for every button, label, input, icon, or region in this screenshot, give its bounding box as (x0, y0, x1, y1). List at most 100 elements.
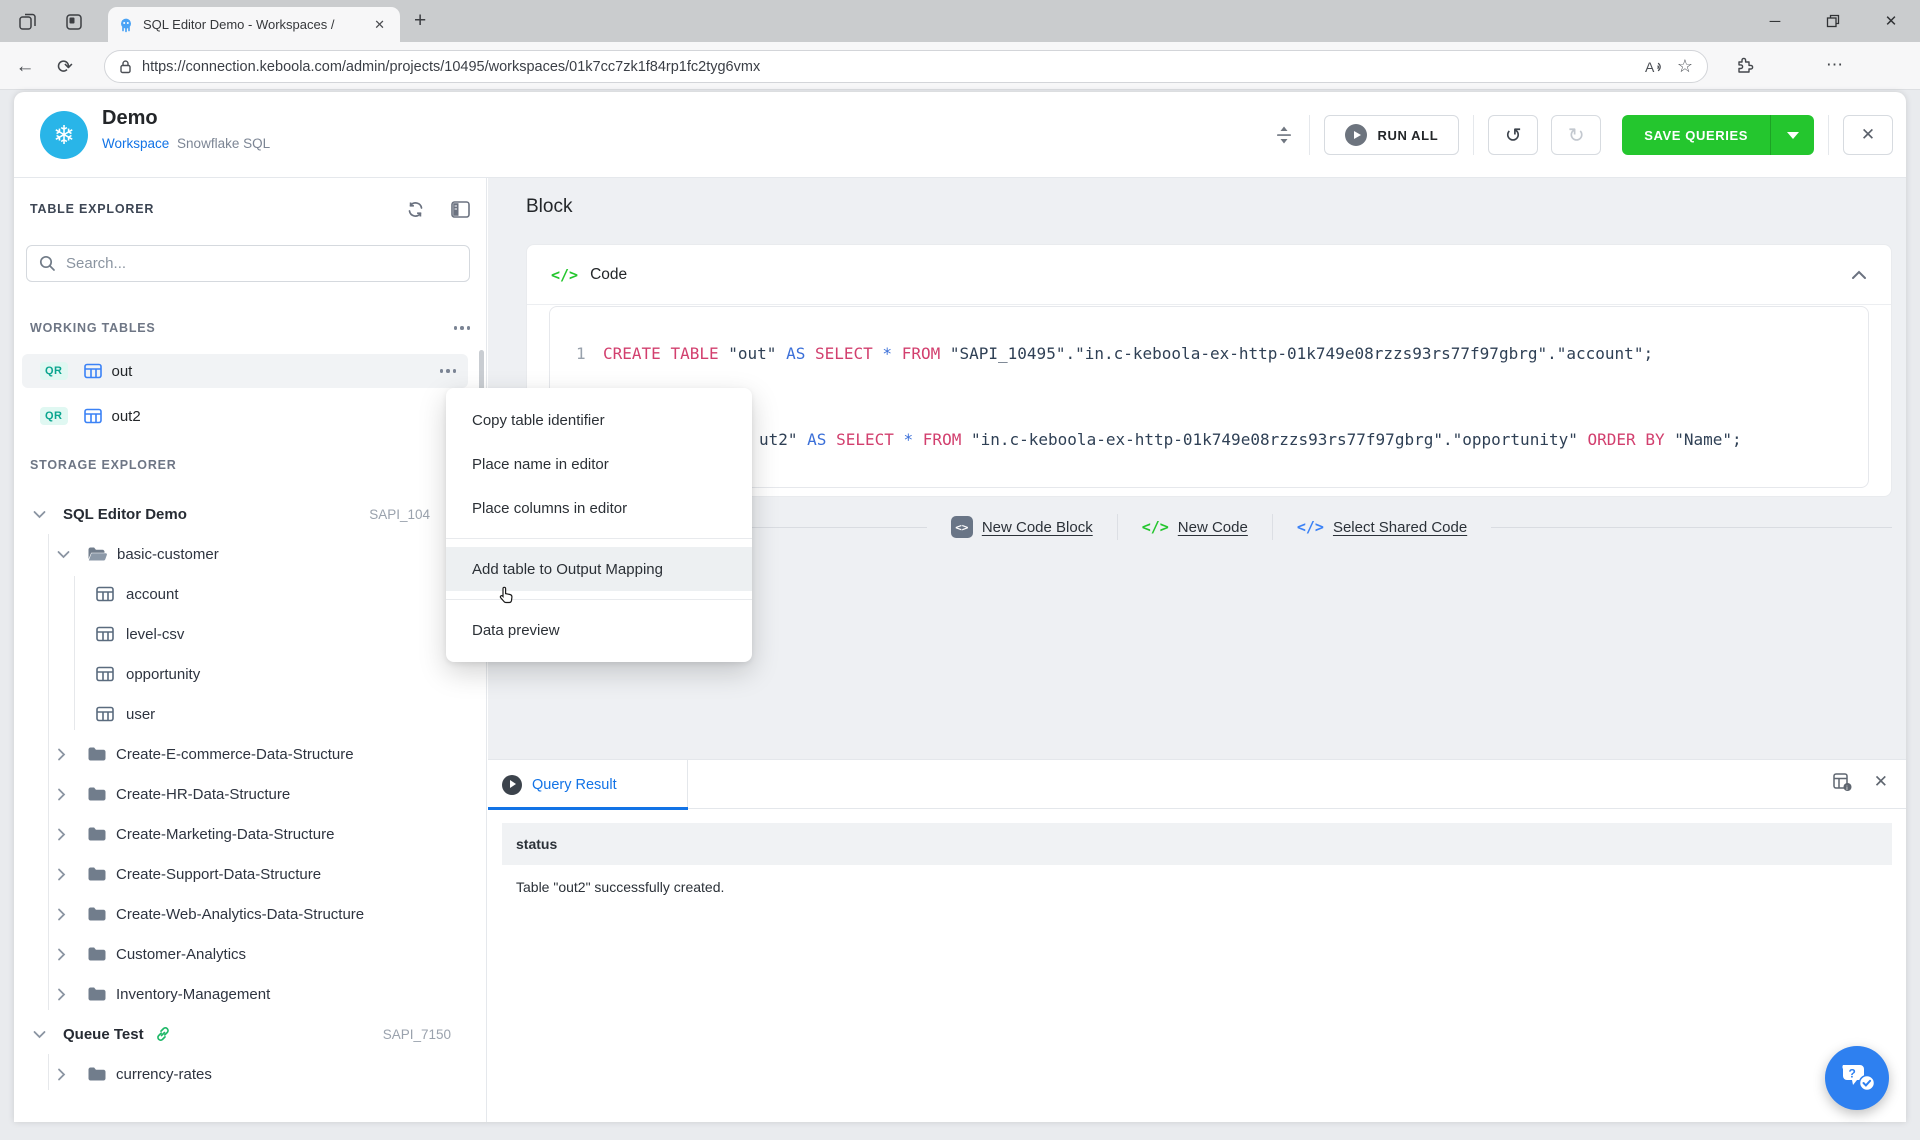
tab-title: SQL Editor Demo - Workspaces / (143, 17, 369, 32)
split-view-icon[interactable] (1275, 125, 1293, 145)
tree-folder-item[interactable]: Create-Support-Data-Structure (14, 854, 486, 894)
table-context-menu: Copy table identifierPlace name in edito… (446, 388, 752, 662)
working-table-label: out2 (112, 408, 141, 425)
url-bar[interactable]: https://connection.keboola.com/admin/pro… (104, 50, 1708, 83)
window-close-button[interactable]: ✕ (1862, 0, 1920, 42)
close-workspace-button[interactable]: ✕ (1843, 115, 1893, 155)
help-chat-button[interactable]: ? (1825, 1046, 1889, 1110)
chevron-down-icon[interactable] (33, 510, 46, 519)
search-input[interactable] (66, 255, 457, 272)
chevron-down-icon[interactable] (57, 550, 70, 559)
tree-folder-item[interactable]: Customer-Analytics (14, 934, 486, 974)
chevron-right-icon[interactable] (57, 988, 66, 1001)
tree-folder-item[interactable]: Create-E-commerce-Data-Structure (14, 734, 486, 774)
run-all-button[interactable]: RUN ALL (1324, 115, 1459, 155)
search-box[interactable] (26, 245, 470, 282)
refresh-icon[interactable]: ⟳ (52, 54, 78, 80)
query-result-tab[interactable]: Query Result (488, 760, 688, 809)
tree-guide-line (74, 576, 75, 730)
window-minimize-button[interactable]: ─ (1746, 0, 1804, 42)
favorites-star-icon[interactable]: ☆ (1677, 56, 1693, 77)
tree-folder-item[interactable]: basic-customer (14, 534, 486, 574)
action-link[interactable]: <>New Code Block (951, 516, 1093, 538)
save-dropdown-caret[interactable] (1770, 115, 1814, 155)
query-play-icon (502, 775, 522, 795)
project-id-badge: SAPI_104 (369, 507, 430, 522)
save-queries-button[interactable]: SAVE QUERIES (1622, 115, 1814, 155)
working-table-row[interactable]: QR out2 (22, 399, 468, 433)
app-header: ❄ Demo Workspace Snowflake SQL RUN ALL ↺… (14, 92, 1906, 178)
tree-folder-item[interactable]: currency-rates (14, 1054, 486, 1094)
working-table-row[interactable]: QR out (22, 354, 468, 388)
context-menu-item[interactable]: Data preview (446, 608, 752, 652)
lock-icon (119, 59, 132, 74)
collapse-panel-icon[interactable] (451, 201, 470, 218)
chevron-right-icon[interactable] (57, 908, 66, 921)
tree-table-item[interactable]: account (14, 574, 486, 614)
export-result-icon[interactable]: i (1832, 772, 1852, 792)
browser-menu-icon[interactable]: ⋯ (1826, 55, 1844, 75)
tree-guide-line (48, 534, 49, 1010)
tab-actions-icon[interactable] (62, 10, 86, 34)
folder-open-icon (87, 546, 108, 562)
code-header-label: Code (590, 266, 1851, 284)
svg-text:i: i (1846, 785, 1847, 792)
folder-icon (87, 1066, 107, 1082)
menu-divider (446, 538, 752, 539)
chevron-right-icon[interactable] (57, 828, 66, 841)
code-icon: </> (551, 266, 578, 284)
table-row-menu-icon[interactable] (440, 369, 457, 373)
context-menu-item[interactable]: Add table to Output Mapping (446, 547, 752, 591)
code-icon: </> (1142, 518, 1169, 536)
working-tables-menu-icon[interactable] (454, 326, 471, 330)
tree-project-item[interactable]: Queue TestSAPI_7150 (14, 1014, 486, 1054)
action-link[interactable]: </>New Code (1142, 518, 1248, 536)
chevron-down-icon[interactable] (33, 1030, 46, 1039)
url-text[interactable]: https://connection.keboola.com/admin/pro… (142, 59, 1633, 75)
qr-badge: QR (40, 362, 68, 380)
chevron-right-icon[interactable] (57, 788, 66, 801)
sql-code-line[interactable]: 1CREATE TABLE "out" AS SELECT * FROM "SA… (550, 344, 1868, 364)
table-explorer-sidebar: TABLE EXPLORER WORKING TABLES QRoutQRout… (14, 178, 487, 1122)
tree-project-item[interactable]: SQL Editor DemoSAPI_104 (14, 494, 486, 534)
tree-folder-item[interactable]: Create-HR-Data-Structure (14, 774, 486, 814)
undo-button[interactable]: ↺ (1488, 115, 1538, 155)
tree-table-item[interactable]: level-csv (14, 614, 486, 654)
read-aloud-icon[interactable]: A (1645, 59, 1665, 75)
qr-badge: QR (40, 407, 68, 425)
divider-line (1491, 527, 1892, 528)
context-menu-item[interactable]: Copy table identifier (446, 398, 752, 442)
chevron-right-icon[interactable] (57, 868, 66, 881)
tab-close-icon[interactable]: ✕ (369, 15, 390, 35)
new-tab-button[interactable]: + (414, 9, 426, 33)
workspace-breadcrumb-link[interactable]: Workspace (102, 136, 169, 151)
tree-table-item[interactable]: user (14, 694, 486, 734)
collapse-code-icon[interactable] (1851, 270, 1867, 280)
workspaces-icon[interactable] (16, 10, 40, 34)
refresh-tables-icon[interactable] (406, 201, 425, 218)
window-restore-button[interactable] (1804, 0, 1862, 42)
tree-folder-item[interactable]: Create-Web-Analytics-Data-Structure (14, 894, 486, 934)
back-icon[interactable]: ← (12, 54, 38, 80)
action-link[interactable]: </>Select Shared Code (1297, 518, 1467, 536)
snowflake-logo-icon: ❄ (40, 111, 88, 159)
folder-icon (87, 866, 107, 882)
tree-folder-item[interactable]: Inventory-Management (14, 974, 486, 1014)
browser-tabstrip: SQL Editor Demo - Workspaces / ✕ + ─ ✕ (0, 0, 1920, 42)
context-menu-item[interactable]: Place name in editor (446, 442, 752, 486)
close-result-icon[interactable]: ✕ (1874, 772, 1888, 792)
tree-folder-item[interactable]: Create-Marketing-Data-Structure (14, 814, 486, 854)
tree-table-item[interactable]: opportunity (14, 654, 486, 694)
context-menu-item[interactable]: Place columns in editor (446, 486, 752, 530)
chevron-right-icon[interactable] (57, 748, 66, 761)
redo-button[interactable]: ↻ (1551, 115, 1601, 155)
chevron-right-icon[interactable] (57, 1068, 66, 1081)
extensions-icon[interactable] (1735, 55, 1756, 76)
chevron-right-icon[interactable] (57, 948, 66, 961)
table-icon (84, 363, 102, 379)
storage-explorer-label: STORAGE EXPLORER (30, 458, 470, 472)
browser-tab[interactable]: SQL Editor Demo - Workspaces / ✕ (108, 7, 400, 42)
workspace-app: ❄ Demo Workspace Snowflake SQL RUN ALL ↺… (14, 92, 1906, 1122)
working-table-label: out (112, 363, 133, 380)
line-number: 1 (576, 344, 586, 363)
